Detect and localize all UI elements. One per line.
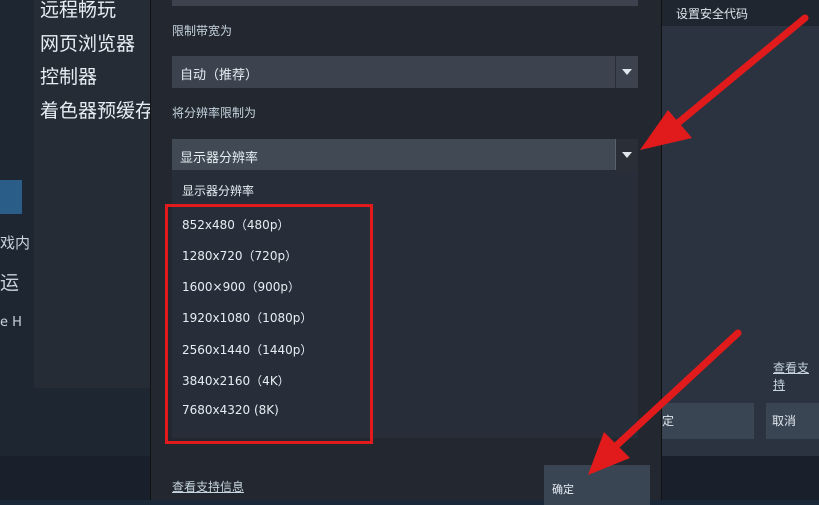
bandwidth-select[interactable]: 自动（推荐） — [172, 56, 638, 88]
background-selected-strip — [0, 180, 22, 214]
sidebar-item-web-browser[interactable]: 网页浏览器 — [40, 29, 135, 56]
confirm-button[interactable]: 确定 — [544, 465, 650, 505]
annotation-highlight-box — [165, 204, 373, 444]
resolution-select[interactable]: 显示器分辨率 — [172, 139, 638, 171]
support-info-link[interactable]: 查看支持信息 — [172, 478, 244, 495]
background-left-text: e H — [0, 315, 22, 330]
set-security-code-text[interactable]: 设置安全代码 — [676, 5, 748, 22]
chevron-down-icon[interactable] — [615, 56, 638, 88]
resolution-select-value: 显示器分辨率 — [180, 151, 259, 166]
dialog-top-field — [172, 0, 638, 6]
background-ok-button[interactable]: 定 — [656, 403, 754, 439]
resolution-label: 将分辨率限制为 — [172, 106, 257, 120]
chevron-down-icon[interactable] — [615, 139, 638, 171]
sidebar-item-controller[interactable]: 控制器 — [40, 62, 97, 89]
sidebar-item-remote-play[interactable]: 远程畅玩 — [40, 0, 116, 22]
background-left-text: 运 — [0, 272, 20, 294]
resolution-option-display[interactable]: 显示器分辨率 — [182, 182, 254, 199]
background-cancel-button[interactable]: 取消 — [766, 403, 819, 439]
sidebar-item-shader-cache[interactable]: 着色器预缓存 — [40, 96, 154, 123]
settings-sidebar — [34, 0, 160, 388]
background-left-text: 戏内 — [0, 234, 31, 252]
view-support-link[interactable]: 查看支持 — [773, 359, 819, 393]
bandwidth-label: 限制带宽为 — [172, 24, 233, 38]
bandwidth-select-value: 自动（推荐） — [180, 68, 259, 83]
